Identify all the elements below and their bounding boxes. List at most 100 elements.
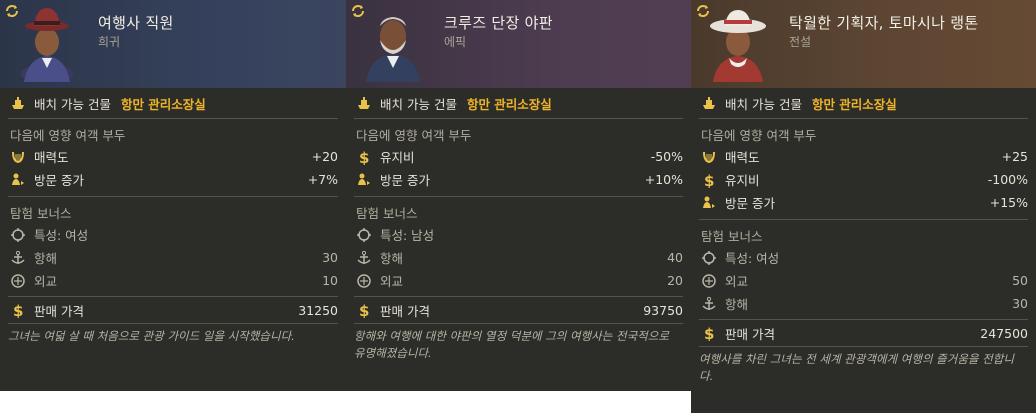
effect-row: 방문 증가 +7% bbox=[0, 168, 346, 191]
expedition-value: 30 bbox=[1012, 296, 1028, 311]
effect-value: -100% bbox=[987, 172, 1028, 187]
card-header: 여행사 직원 희귀 bbox=[0, 0, 346, 88]
expedition-row: 항해 40 bbox=[346, 246, 691, 269]
expedition-label: 외교 bbox=[380, 274, 404, 289]
portrait-avatar bbox=[710, 10, 766, 82]
effect-label: 유지비 bbox=[725, 173, 760, 188]
anchor-icon bbox=[702, 296, 716, 310]
affects-title: 다음에 영향 여객 부두 bbox=[701, 128, 817, 143]
effect-value: +20 bbox=[311, 149, 338, 164]
placeable-label: 배치 가능 건물 bbox=[34, 96, 111, 112]
effect-value: +25 bbox=[1001, 149, 1028, 164]
placeable-building-row: 배치 가능 건물 항만 관리소장실 bbox=[0, 88, 346, 118]
expedition-label: 특성: 여성 bbox=[34, 228, 89, 243]
placeable-label: 배치 가능 건물 bbox=[725, 96, 802, 112]
effect-label: 매력도 bbox=[725, 150, 760, 165]
effect-label: 유지비 bbox=[380, 150, 415, 165]
description-text: 그녀는 여덟 살 때 처음으로 관광 가이드 일을 시작했습니다. bbox=[8, 329, 295, 343]
effect-label: 매력도 bbox=[34, 150, 69, 165]
effect-row: 매력도 +25 bbox=[691, 145, 1036, 168]
card-header: 크루즈 단장 야판 에픽 bbox=[346, 0, 691, 88]
specialist-name: 여행사 직원 bbox=[98, 14, 174, 32]
expedition-row: 외교 10 bbox=[0, 269, 346, 292]
dollar-icon: $ bbox=[13, 302, 23, 318]
expedition-label: 항해 bbox=[34, 251, 58, 266]
expedition-row: 외교 50 bbox=[691, 269, 1036, 292]
placeable-building: 항만 관리소장실 bbox=[120, 96, 206, 112]
expedition-value: 20 bbox=[667, 273, 683, 288]
lyre-icon bbox=[703, 151, 715, 163]
effect-value: -50% bbox=[650, 149, 683, 164]
effect-value: +10% bbox=[644, 172, 683, 187]
expedition-row: 항해 30 bbox=[0, 246, 346, 269]
rarity-label: 희귀 bbox=[98, 35, 121, 49]
expedition-label: 항해 bbox=[380, 251, 404, 266]
svg-text:$: $ bbox=[704, 172, 714, 188]
expedition-row: 항해 30 bbox=[691, 292, 1036, 315]
specialist-card-travel-agent: 여행사 직원 희귀 배치 가능 건물 항만 관리소장실 다음에 영향 여객 부두… bbox=[0, 0, 346, 391]
card-header: 탁월한 기획자, 토마시나 랭톤 전설 bbox=[691, 0, 1036, 88]
gender-icon bbox=[11, 227, 25, 242]
svg-text:$: $ bbox=[704, 325, 714, 341]
expedition-label: 항해 bbox=[725, 297, 749, 312]
expedition-title: 탐험 보너스 bbox=[356, 206, 418, 221]
effect-label: 방문 증가 bbox=[380, 173, 430, 188]
expedition-value: 40 bbox=[667, 250, 683, 265]
anchor-icon bbox=[357, 250, 371, 264]
diplomacy-icon bbox=[357, 273, 371, 288]
price-row: $ 판매 가격 31250 bbox=[0, 297, 346, 323]
gender-icon bbox=[702, 250, 716, 265]
expedition-label: 외교 bbox=[725, 274, 749, 289]
rarity-label: 에픽 bbox=[444, 35, 467, 49]
dollar-icon: $ bbox=[704, 172, 714, 188]
diplomacy-icon bbox=[702, 273, 716, 288]
diplomacy-icon bbox=[11, 273, 25, 288]
description-text: 항해와 여행에 대한 야판의 열정 덕분에 그의 여행사는 전국적으로 유명해졌… bbox=[354, 329, 669, 360]
price-value: 93750 bbox=[643, 302, 683, 318]
expedition-label: 특성: 여성 bbox=[725, 251, 780, 266]
effect-value: +7% bbox=[307, 172, 338, 187]
effect-row: $ 유지비 -50% bbox=[346, 145, 691, 168]
price-label: 판매 가격 bbox=[34, 303, 84, 319]
description-text: 여행사를 차린 그녀는 전 세계 관광객에게 여행의 즐거움을 전합니다. bbox=[699, 352, 1014, 383]
dollar-icon: $ bbox=[359, 149, 369, 165]
expedition-label: 특성: 남성 bbox=[380, 228, 435, 243]
dollar-icon: $ bbox=[704, 325, 714, 341]
anchor-icon bbox=[11, 250, 25, 264]
svg-text:$: $ bbox=[359, 149, 369, 165]
expedition-title: 탐험 보너스 bbox=[10, 206, 72, 221]
ship-icon bbox=[12, 97, 24, 109]
portrait-avatar bbox=[366, 17, 420, 82]
placeable-building: 항만 관리소장실 bbox=[811, 96, 897, 112]
placeable-building-row: 배치 가능 건물 항만 관리소장실 bbox=[346, 88, 691, 118]
price-label: 판매 가격 bbox=[725, 326, 775, 342]
price-row: $ 판매 가격 247500 bbox=[691, 320, 1036, 346]
effect-row: $ 유지비 -100% bbox=[691, 168, 1036, 191]
visitors-icon bbox=[358, 173, 370, 185]
expedition-value: 50 bbox=[1012, 273, 1028, 288]
effect-row: 방문 증가 +15% bbox=[691, 191, 1036, 214]
specialist-card-cruise-director: 크루즈 단장 야판 에픽 배치 가능 건물 항만 관리소장실 다음에 영향 여객… bbox=[346, 0, 691, 391]
price-value: 31250 bbox=[298, 302, 338, 318]
price-row: $ 판매 가격 93750 bbox=[346, 297, 691, 323]
dollar-icon: $ bbox=[359, 302, 369, 318]
gender-icon bbox=[357, 227, 371, 242]
svg-text:$: $ bbox=[359, 302, 369, 318]
expedition-row: 특성: 여성 bbox=[0, 223, 346, 246]
visitors-icon bbox=[12, 173, 24, 185]
price-label: 판매 가격 bbox=[380, 303, 430, 319]
expedition-value: 10 bbox=[322, 273, 338, 288]
expedition-row: 외교 20 bbox=[346, 269, 691, 292]
expedition-row: 특성: 여성 bbox=[691, 246, 1036, 269]
affects-title: 다음에 영향 여객 부두 bbox=[10, 128, 126, 143]
ship-icon bbox=[703, 97, 715, 109]
placeable-building-row: 배치 가능 건물 항만 관리소장실 bbox=[691, 88, 1036, 118]
expedition-value: 30 bbox=[322, 250, 338, 265]
lyre-icon bbox=[12, 151, 24, 163]
visitors-icon bbox=[703, 196, 715, 208]
placeable-building: 항만 관리소장실 bbox=[466, 96, 552, 112]
placeable-label: 배치 가능 건물 bbox=[380, 96, 457, 112]
ship-icon bbox=[358, 97, 370, 109]
specialist-name: 크루즈 단장 야판 bbox=[444, 14, 553, 32]
effect-value: +15% bbox=[989, 195, 1028, 210]
